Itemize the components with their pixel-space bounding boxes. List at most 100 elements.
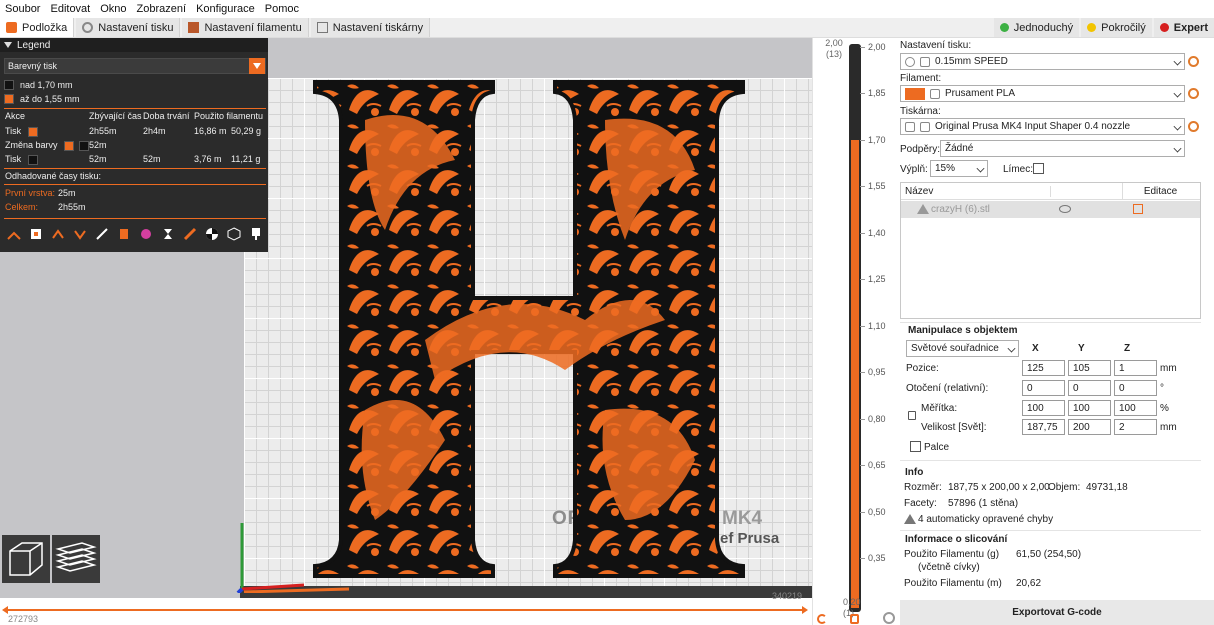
slider-right-arrow-icon[interactable]: [802, 606, 808, 614]
layer-tick: 1,85: [860, 88, 898, 98]
tab-print-settings-label: Nastavení tisku: [98, 21, 174, 34]
center-of-gravity-icon[interactable]: [204, 226, 220, 242]
legend-separator: [4, 184, 266, 185]
export-gcode-button[interactable]: Exportovat G-code: [900, 600, 1214, 625]
wipe-icon[interactable]: [28, 226, 44, 242]
coordinate-system-select[interactable]: Světové souřadnice: [906, 340, 1019, 357]
3d-view-button[interactable]: [2, 535, 50, 583]
mode-expert-button[interactable]: Expert: [1153, 18, 1214, 37]
menu-edit[interactable]: Editovat: [45, 3, 95, 15]
printer-profile-select[interactable]: Original Prusa MK4 Input Shaper 0.4 nozz…: [900, 118, 1185, 135]
used-g-value: 61,50 (254,50): [1016, 549, 1082, 560]
deretractions-icon[interactable]: [72, 226, 88, 242]
edit-icon[interactable]: [1133, 204, 1143, 214]
cog-icon[interactable]: [883, 612, 895, 624]
mode-simple-label: Jednoduchý: [1013, 21, 1074, 34]
travel-icon[interactable]: [6, 226, 22, 242]
object-list-header: Název Editace: [901, 183, 1200, 200]
tab-print-settings[interactable]: Nastavení tisku: [76, 18, 181, 37]
layer-tick: 1,10: [860, 321, 898, 331]
tool-marker-icon[interactable]: [248, 226, 264, 242]
menu-window[interactable]: Okno: [95, 3, 131, 15]
3d-viewport[interactable]: ORI MK4 ef Prusa Legend Barevný tisk nad…: [0, 38, 812, 625]
model-letter-h[interactable]: [305, 80, 753, 578]
mode-advanced-button[interactable]: Pokročilý: [1081, 18, 1152, 37]
vertical-layer-slider[interactable]: 2,00 (13) 2,00 1,85 1,70 1,55 1,40 1,25 …: [812, 38, 900, 625]
supports-select[interactable]: Žádné: [940, 140, 1185, 157]
tab-printer-settings[interactable]: Nastavení tiskárny: [310, 18, 431, 37]
legend-col-duration: Doba trvání: [143, 111, 190, 121]
lock-icon[interactable]: [908, 411, 916, 420]
scale-label: Měřítka:: [921, 403, 958, 414]
filament-settings-gear-icon[interactable]: [1188, 88, 1199, 99]
rotation-z-input[interactable]: 0: [1114, 380, 1157, 396]
tab-plater[interactable]: Podložka: [0, 18, 75, 37]
size-y-input[interactable]: 200: [1068, 419, 1111, 435]
legend-header[interactable]: Legend: [0, 38, 268, 52]
custom-gcodes-icon[interactable]: [182, 226, 198, 242]
menu-view[interactable]: Zobrazení: [132, 3, 192, 15]
legend-row-duration: 52m: [143, 154, 161, 164]
inches-checkbox[interactable]: [910, 441, 921, 452]
chevron-down-icon: [1173, 122, 1182, 131]
axis-z-label: Z: [1124, 343, 1131, 354]
rotation-label: Otočení (relativní):: [906, 383, 989, 394]
mode-expert-dot-icon: [1159, 23, 1169, 32]
menu-file[interactable]: Soubor: [0, 3, 45, 15]
object-list-col-spacer: [1051, 183, 1123, 199]
legend-color-label: až do 1,55 mm: [20, 94, 80, 104]
tool-changes-icon[interactable]: [116, 226, 132, 242]
legend-row-remaining: 52m: [89, 140, 107, 150]
object-list-col-name: Název: [901, 185, 1051, 197]
printer-label: Tiskárna:: [900, 106, 941, 117]
infill-select[interactable]: 15%: [930, 160, 988, 177]
print-settings-gear-icon[interactable]: [1188, 56, 1199, 67]
menu-configuration[interactable]: Konfigurace: [191, 3, 260, 15]
color-swatch: [78, 140, 89, 151]
legend-col-remaining: Zbývající čas: [89, 111, 142, 121]
size-z-input[interactable]: 2: [1114, 419, 1157, 435]
scale-x-input[interactable]: 100: [1022, 400, 1065, 416]
layer-top-value: 2,00 (13): [823, 38, 845, 60]
layer-top-height: 2,00: [825, 38, 843, 48]
color-swatch: [64, 140, 75, 151]
mode-simple-button[interactable]: Jednoduchý: [993, 18, 1080, 37]
layer-slider-fill: [851, 140, 859, 608]
tab-filament-settings[interactable]: Nastavení filamentu: [182, 18, 309, 37]
rotation-x-input[interactable]: 0: [1022, 380, 1065, 396]
legend-row-action: Tisk: [5, 154, 44, 165]
eye-icon[interactable]: [1059, 205, 1071, 213]
scale-y-input[interactable]: 100: [1068, 400, 1111, 416]
retractions-icon[interactable]: [50, 226, 66, 242]
layer-tick: 1,70: [860, 135, 898, 145]
undo-arrow-icon[interactable]: [817, 614, 827, 624]
color-changes-icon[interactable]: [138, 226, 154, 242]
seams-icon[interactable]: [94, 226, 110, 242]
info-separator: [900, 460, 1201, 461]
legend-row-action-label: Změna barvy: [5, 140, 58, 150]
lock-icon[interactable]: [850, 614, 859, 624]
filament-profile-select[interactable]: Prusament PLA: [900, 85, 1185, 102]
scale-z-input[interactable]: 100: [1114, 400, 1157, 416]
brim-checkbox[interactable]: [1033, 163, 1044, 174]
shells-icon[interactable]: [226, 226, 242, 242]
object-list-row[interactable]: crazyH (6).stl: [901, 201, 1200, 218]
preview-button[interactable]: [52, 535, 100, 583]
dims-label: Rozměr:: [904, 482, 942, 493]
rotation-y-input[interactable]: 0: [1068, 380, 1111, 396]
dropdown-arrow-icon: [249, 58, 265, 74]
menu-help[interactable]: Pomoc: [260, 3, 304, 15]
mode-expert-label: Expert: [1173, 21, 1208, 34]
horizontal-gcode-slider[interactable]: 272793 340219: [0, 591, 812, 625]
position-x-input[interactable]: 125: [1022, 360, 1065, 376]
pause-prints-icon[interactable]: [160, 226, 176, 242]
size-x-input[interactable]: 187,75: [1022, 419, 1065, 435]
printer-settings-gear-icon[interactable]: [1188, 121, 1199, 132]
position-z-input[interactable]: 1: [1114, 360, 1157, 376]
legend-row-length: 16,86 m: [194, 126, 227, 136]
tab-bar: Podložka Nastavení tisku Nastavení filam…: [0, 18, 1214, 38]
position-y-input[interactable]: 105: [1068, 360, 1111, 376]
legend-view-type-select[interactable]: Barevný tisk: [4, 58, 266, 74]
print-profile-select[interactable]: 0.15mm SPEED: [900, 53, 1185, 70]
slice-info-title: Informace o slicování: [905, 534, 1008, 545]
